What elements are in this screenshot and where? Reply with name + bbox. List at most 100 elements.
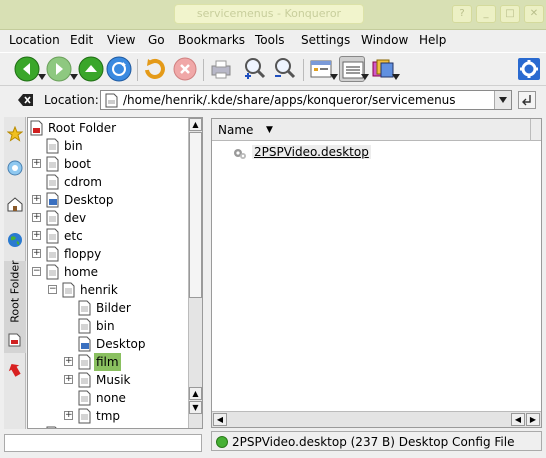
- list-item[interactable]: 2PSPVideo.desktop: [232, 145, 532, 161]
- file-horizontal-scrollbar[interactable]: ◀ ◀ ▶: [212, 411, 541, 427]
- scroll-up-icon[interactable]: ▲: [189, 387, 202, 400]
- maximize-button[interactable]: □: [500, 5, 520, 23]
- menu-bookmarks[interactable]: Bookmarks: [178, 32, 245, 48]
- scroll-left-icon[interactable]: ◀: [213, 413, 227, 426]
- location-dropdown-button[interactable]: [494, 91, 511, 109]
- folder-icon: [46, 138, 59, 154]
- tree-item-label: dev: [64, 211, 87, 225]
- pane-splitter[interactable]: [206, 117, 210, 437]
- stop-icon[interactable]: [172, 56, 198, 82]
- clear-location-icon[interactable]: [18, 93, 34, 107]
- back-dropdown-icon[interactable]: [38, 74, 46, 80]
- tree-item[interactable]: bin: [28, 137, 188, 155]
- tree-item-label: home: [64, 265, 99, 279]
- reload-icon[interactable]: [106, 56, 132, 82]
- tree-item-label: film: [94, 353, 121, 371]
- forward-icon[interactable]: [46, 56, 72, 82]
- tree-item[interactable]: + dev: [28, 209, 188, 227]
- expand-icon[interactable]: +: [64, 357, 73, 366]
- back-icon[interactable]: [14, 56, 40, 82]
- location-input[interactable]: /home/henrik/.kde/share/apps/konqueror/s…: [100, 90, 512, 110]
- folder-icon: [78, 318, 91, 334]
- view-mode-dropdown-icon[interactable]: [330, 74, 338, 80]
- tree-item[interactable]: bin: [28, 317, 188, 335]
- tree-item[interactable]: − henrik: [28, 281, 188, 299]
- zoom-out-icon[interactable]: [272, 56, 298, 82]
- minimize-button[interactable]: _: [476, 5, 496, 23]
- expand-icon[interactable]: +: [32, 213, 41, 222]
- print-icon[interactable]: [208, 56, 234, 82]
- window-titlebar[interactable]: servicemenus - Konqueror ? _ □ ✕: [0, 0, 546, 30]
- tree-item-label: Bilder: [96, 301, 131, 315]
- tree-item[interactable]: Desktop: [28, 335, 188, 353]
- profiles-dropdown-icon[interactable]: [392, 74, 400, 80]
- tree-item[interactable]: none: [28, 389, 188, 407]
- status-bar: 2PSPVideo.desktop (237 B) Desktop Config…: [211, 431, 542, 451]
- tab-network[interactable]: [4, 225, 26, 257]
- star-icon: [7, 126, 23, 142]
- column-header[interactable]: Name ▼: [212, 119, 541, 141]
- tree-item[interactable]: + Musik: [28, 371, 188, 389]
- scroll-down-icon[interactable]: ▼: [189, 401, 202, 414]
- expand-icon[interactable]: +: [32, 159, 41, 168]
- up-icon[interactable]: [78, 56, 104, 82]
- menu-settings[interactable]: Settings: [301, 32, 350, 48]
- folder-icon: [62, 282, 75, 298]
- tab-history[interactable]: [4, 153, 26, 185]
- menu-view[interactable]: View: [107, 32, 135, 48]
- expand-icon[interactable]: +: [32, 231, 41, 240]
- expand-icon[interactable]: +: [32, 195, 41, 204]
- tab-services[interactable]: [4, 355, 26, 387]
- tree-item[interactable]: + etc: [28, 227, 188, 245]
- tree-item[interactable]: cdrom: [28, 173, 188, 191]
- menu-help[interactable]: Help: [419, 32, 446, 48]
- folder-icon: [46, 264, 59, 280]
- globe-icon: [8, 233, 22, 247]
- tab-home[interactable]: [4, 189, 26, 221]
- menu-go[interactable]: Go: [148, 32, 165, 48]
- expand-icon[interactable]: +: [32, 249, 41, 258]
- tree-item[interactable]: + film: [28, 353, 188, 371]
- tab-root-folder[interactable]: Root Folder: [4, 260, 26, 353]
- expand-icon[interactable]: +: [64, 411, 73, 420]
- scroll-up-icon[interactable]: ▲: [189, 118, 202, 131]
- tree-item-label: cdrom: [64, 175, 102, 189]
- file-name[interactable]: 2PSPVideo.desktop: [252, 145, 371, 159]
- column-name-label[interactable]: Name: [218, 123, 253, 137]
- scroll-right-icon[interactable]: ▶: [526, 413, 540, 426]
- location-label: Location:: [44, 93, 99, 107]
- tree-item-label: Desktop: [96, 337, 146, 351]
- go-button[interactable]: [518, 91, 536, 109]
- file-list-view[interactable]: Name ▼ 2PSPVideo.desktop ◀ ◀ ▶: [211, 118, 542, 428]
- menu-window[interactable]: Window: [361, 32, 408, 48]
- zoom-in-icon[interactable]: [242, 56, 268, 82]
- status-text: 2PSPVideo.desktop (237 B) Desktop Config…: [232, 435, 515, 449]
- menu-location[interactable]: Location: [9, 32, 60, 48]
- reload-page-icon[interactable]: [142, 56, 168, 82]
- folder-tree[interactable]: Root Folder bin + boot cdrom + Desktop + dev + etc…: [27, 117, 203, 429]
- tree-item[interactable]: + boot: [28, 155, 188, 173]
- folder-icon: [78, 354, 91, 370]
- tree-vertical-scrollbar[interactable]: ▲ ▲ ▼: [188, 118, 202, 428]
- konqueror-gear-icon[interactable]: [516, 56, 542, 82]
- folder-icon: [46, 192, 59, 208]
- close-button[interactable]: ✕: [524, 5, 544, 23]
- tree-item[interactable]: Bilder: [28, 299, 188, 317]
- scroll-left-icon[interactable]: ◀: [511, 413, 525, 426]
- menu-edit[interactable]: Edit: [70, 32, 93, 48]
- tree-item[interactable]: + floppy: [28, 245, 188, 263]
- tree-item[interactable]: + Desktop: [28, 191, 188, 209]
- detail-view-dropdown-icon[interactable]: [361, 74, 369, 80]
- scroll-thumb[interactable]: [189, 132, 202, 298]
- tree-item[interactable]: + tmp: [28, 407, 188, 425]
- forward-dropdown-icon[interactable]: [70, 74, 78, 80]
- collapse-icon[interactable]: −: [48, 285, 57, 294]
- tree-item[interactable]: initrd: [28, 425, 188, 428]
- tree-root[interactable]: Root Folder: [28, 119, 188, 137]
- tree-item[interactable]: − home: [28, 263, 188, 281]
- menu-tools[interactable]: Tools: [255, 32, 285, 48]
- tab-bookmarks[interactable]: [4, 119, 26, 151]
- collapse-icon[interactable]: −: [32, 267, 41, 276]
- help-button[interactable]: ?: [452, 5, 472, 23]
- expand-icon[interactable]: +: [64, 375, 73, 384]
